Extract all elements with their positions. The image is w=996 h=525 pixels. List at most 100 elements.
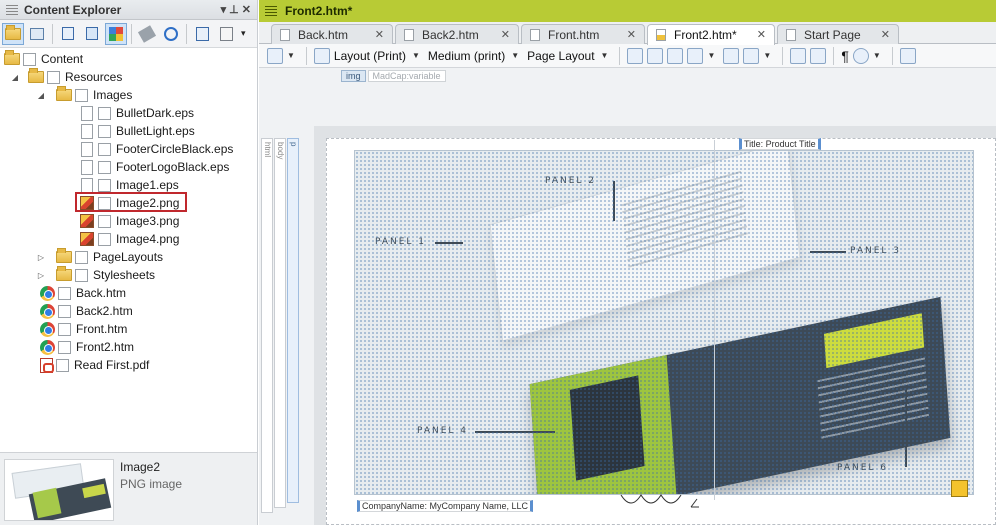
checkbox[interactable] xyxy=(98,106,111,120)
numbered-icon[interactable] xyxy=(790,47,807,64)
tree-item-file[interactable]: BulletLight.eps xyxy=(0,122,257,140)
preview-name: Image2 xyxy=(120,460,161,474)
tag-variable[interactable]: MadCap:variable xyxy=(367,70,446,82)
pdf-icon xyxy=(40,357,54,373)
tab-back-htm[interactable]: Back.htm ✕ xyxy=(271,24,393,44)
chevron-down-icon[interactable]: ▼ xyxy=(412,51,420,60)
tree-item-pagelayouts[interactable]: ▷ PageLayouts xyxy=(0,248,257,266)
tree-item-image[interactable]: Image3.png xyxy=(0,212,257,230)
table-icon[interactable] xyxy=(687,47,704,64)
tree-item-file[interactable]: FooterLogoBlack.eps xyxy=(0,158,257,176)
structure-bar-body[interactable]: body xyxy=(274,138,286,508)
chrome-icon xyxy=(40,285,55,301)
expand-arrow-icon[interactable]: ◢ xyxy=(36,91,46,100)
checkbox[interactable] xyxy=(98,160,111,174)
layout-dropdown[interactable]: Layout (Print) xyxy=(334,49,406,63)
checkbox[interactable] xyxy=(75,250,88,264)
close-icon[interactable]: ✕ xyxy=(375,28,384,41)
tree-item-html[interactable]: Front.htm xyxy=(0,320,257,338)
page-layout-dropdown[interactable]: Page Layout xyxy=(527,49,594,63)
structure-bar-p[interactable]: p xyxy=(287,138,299,503)
tree-item-file[interactable]: BulletDark.eps xyxy=(0,104,257,122)
chevron-down-icon[interactable]: ▼ xyxy=(511,51,519,60)
close-icon[interactable]: ✕ xyxy=(881,28,890,41)
checkbox[interactable] xyxy=(98,178,111,192)
tree-item-resources[interactable]: ◢ Resources xyxy=(0,68,257,86)
chevron-down-icon[interactable]: ▼ xyxy=(287,51,295,60)
tab-front-htm[interactable]: Front.htm ✕ xyxy=(521,24,645,44)
tag-button[interactable] xyxy=(136,23,158,45)
tree-item-html[interactable]: Front2.htm xyxy=(0,338,257,356)
text-icon[interactable] xyxy=(723,47,740,64)
checkbox[interactable] xyxy=(75,88,88,102)
tree-item-html[interactable]: Back2.htm xyxy=(0,302,257,320)
collapse-arrow-icon[interactable]: ▷ xyxy=(36,253,46,262)
folder-open-icon xyxy=(28,68,44,83)
title-variable-tag[interactable]: Title: Product Title xyxy=(739,138,821,150)
overflow-chevron-icon[interactable]: ▾ xyxy=(241,28,246,39)
collapse-arrow-icon[interactable]: ▷ xyxy=(36,271,46,280)
visibility-icon[interactable] xyxy=(852,47,869,64)
checkbox[interactable] xyxy=(98,232,111,246)
medium-dropdown[interactable]: Medium (print) xyxy=(428,49,505,63)
close-icon[interactable]: ✕ xyxy=(501,28,510,41)
checkbox[interactable] xyxy=(58,340,71,354)
company-variable-tag[interactable]: CompanyName: MyCompany Name, LLC xyxy=(357,500,534,512)
chevron-down-icon[interactable]: ▼ xyxy=(763,51,771,60)
structure-bar-html[interactable]: html xyxy=(261,138,273,513)
preview-icon[interactable] xyxy=(899,47,916,64)
properties-button[interactable] xyxy=(215,23,237,45)
checkbox[interactable] xyxy=(58,322,71,336)
file-preview: Image2 PNG image xyxy=(0,452,257,525)
tree-item-stylesheets[interactable]: ▷ Stylesheets xyxy=(0,266,257,284)
app-window: Content Explorer ▾ ⊥ ✕ ▾ Content ◢ Resou… xyxy=(0,0,996,525)
tree-item-content[interactable]: Content xyxy=(0,50,257,68)
font-icon[interactable] xyxy=(743,47,760,64)
pilcrow-icon[interactable]: ¶ xyxy=(841,48,849,64)
chevron-down-icon[interactable]: ▼ xyxy=(601,51,609,60)
copy-button[interactable] xyxy=(81,23,103,45)
grid-view-button[interactable] xyxy=(105,22,127,45)
page-icon[interactable] xyxy=(627,47,644,64)
resize-handle-icon[interactable] xyxy=(951,480,968,497)
grip-icon[interactable] xyxy=(265,6,277,16)
tab-back2-htm[interactable]: Back2.htm ✕ xyxy=(395,24,519,44)
zoom-icon[interactable] xyxy=(267,47,283,64)
chevron-down-icon[interactable]: ▼ xyxy=(873,51,881,60)
tab-front2-htm[interactable]: Front2.htm* ✕ xyxy=(647,24,775,45)
grip-icon[interactable] xyxy=(6,4,18,15)
panel-controls[interactable]: ▾ ⊥ ✕ xyxy=(221,3,251,16)
checkbox[interactable] xyxy=(75,268,88,282)
checkbox[interactable] xyxy=(98,214,111,228)
tab-start-page[interactable]: Start Page ✕ xyxy=(777,24,899,44)
tag-img[interactable]: img xyxy=(341,70,366,82)
tree-item-file[interactable]: FooterCircleBlack.eps xyxy=(0,140,257,158)
checkbox[interactable] xyxy=(47,70,60,84)
checkbox[interactable] xyxy=(23,52,36,66)
folder-view-button[interactable] xyxy=(2,22,24,45)
import-button[interactable] xyxy=(191,23,213,45)
tree-item-images[interactable]: ◢ Images xyxy=(0,86,257,104)
expand-arrow-icon[interactable]: ◢ xyxy=(10,73,20,82)
tree-item-pdf[interactable]: Read First.pdf xyxy=(0,356,257,374)
new-item-button[interactable] xyxy=(57,23,79,45)
layout-icon[interactable] xyxy=(313,47,330,64)
page-break-icon[interactable] xyxy=(647,47,664,64)
content-explorer-titlebar: Content Explorer ▾ ⊥ ✕ xyxy=(0,0,257,20)
panel-label: PANEL 6 xyxy=(837,463,889,473)
layout-button[interactable] xyxy=(26,23,48,45)
tree-item-html[interactable]: Back.htm xyxy=(0,284,257,302)
refresh-button[interactable] xyxy=(160,23,182,45)
chevron-down-icon[interactable]: ▼ xyxy=(707,51,715,60)
checkbox[interactable] xyxy=(98,142,111,156)
checkbox[interactable] xyxy=(98,124,111,138)
checkbox[interactable] xyxy=(58,304,71,318)
checkbox[interactable] xyxy=(56,358,69,372)
tree-item-image[interactable]: Image4.png xyxy=(0,230,257,248)
brochure-image[interactable]: PANEL 2 PANEL 1 PANEL 3 PANEL 4 PANEL 5 … xyxy=(354,150,974,495)
close-icon[interactable]: ✕ xyxy=(757,28,766,41)
condition-icon[interactable] xyxy=(810,47,827,64)
image-insert-icon[interactable] xyxy=(667,47,684,64)
checkbox[interactable] xyxy=(58,286,71,300)
close-icon[interactable]: ✕ xyxy=(627,28,636,41)
